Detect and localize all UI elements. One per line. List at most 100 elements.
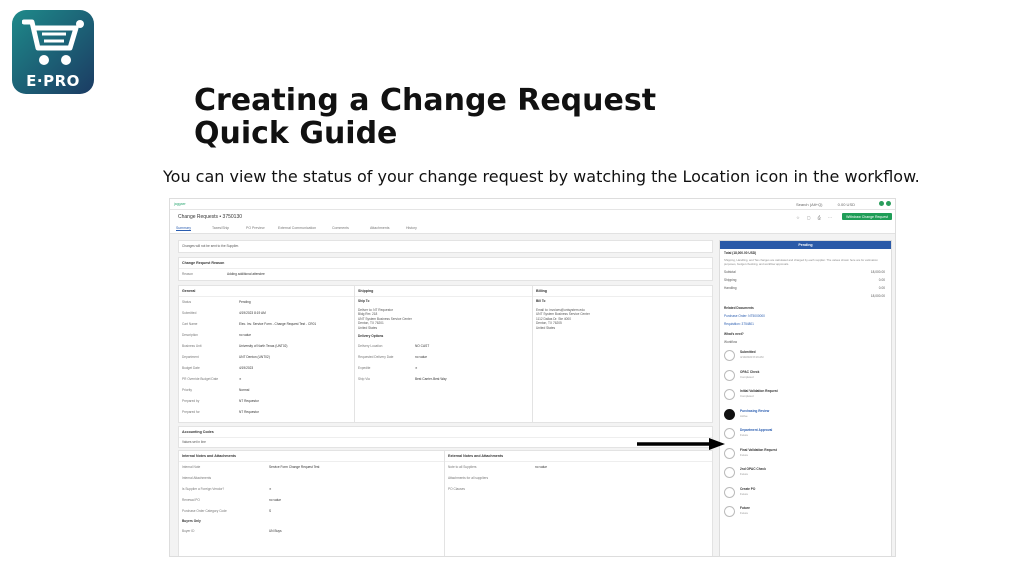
total-line: 18,000.00: [720, 292, 891, 300]
field-label: Submitted: [182, 311, 197, 315]
external-notes-title: External Notes and Attachments: [445, 451, 712, 462]
field-label: Renewal PO: [182, 498, 200, 502]
field-label: Prepared by: [182, 399, 200, 403]
step-circle-icon: [724, 369, 735, 381]
field-row: PO Clauses: [445, 484, 712, 495]
page-subtitle: You can view the status of your change r…: [163, 167, 920, 186]
bill-to-label: Bill To: [536, 299, 546, 303]
workflow-step-status: Completed: [740, 394, 754, 399]
related-req-link[interactable]: Requisition: 3754801: [720, 320, 891, 328]
field-label: Is Supplier a Foreign Vendor?: [182, 487, 225, 491]
field-label: Requested Delivery Date: [358, 354, 394, 359]
total-note: Shipping, Handling, and Tax charges are …: [724, 258, 878, 266]
workflow-step-name: Final Validation Request: [740, 447, 777, 452]
field-row: Submitted 4/19/2023 8:19 AM: [179, 308, 357, 319]
field-value: ✕: [269, 487, 272, 491]
related-documents-heading: Related Documents: [724, 306, 754, 311]
field-label: Business Unit: [182, 344, 202, 348]
step-circle-icon: [724, 447, 735, 459]
tab-comments[interactable]: Comments: [332, 226, 349, 230]
workflow-step-name: 2nd OPAC Check: [740, 467, 766, 472]
profile-icon[interactable]: [886, 201, 891, 206]
field-row: Business Unit University of North Texas (…: [179, 341, 357, 352]
step-circle-icon: [724, 350, 735, 362]
workflow-step-status: Future: [740, 452, 749, 457]
field-value: 4/19/2023 8:19 AM: [239, 311, 266, 315]
accounting-title: Accounting Codes: [179, 427, 712, 438]
location-icon: [724, 408, 735, 420]
workflow-step-name: Initial Validation Request: [740, 389, 778, 394]
ship-to-label: Ship To: [358, 299, 370, 303]
related-po-link[interactable]: Purchase Order: NT5000000: [720, 312, 891, 320]
field-label: PO Clauses: [448, 487, 466, 491]
total-line-label: Handling: [724, 286, 737, 291]
field-row: Prepared for NT Requestor: [179, 407, 357, 418]
tab-taxes-ship[interactable]: Taxes/Ship: [212, 226, 229, 230]
header-action-icons[interactable]: ☆ ▢ ⎙ ⋯: [796, 215, 835, 220]
billing-title: Billing: [533, 286, 712, 297]
shipping-panel: Shipping Ship To Deliver to: NT Requesto…: [354, 285, 534, 423]
internal-notes-panel: Internal Notes and Attachments Internal …: [178, 450, 446, 556]
workflow-step-name: Purchasing Review: [740, 408, 770, 413]
field-value: no value: [239, 333, 252, 337]
tab-history[interactable]: History: [406, 226, 417, 230]
change-reason-title: Change Request Reason: [179, 258, 712, 269]
withdraw-change-request-button[interactable]: Withdraw Change Request: [842, 213, 892, 220]
total-line: Handling 0.00: [720, 284, 891, 292]
field-value: no value: [535, 465, 548, 469]
general-title: General: [179, 286, 357, 297]
field-row: Ship Via Best Carrier-Best Way: [355, 374, 533, 385]
step-circle-icon: [724, 506, 735, 518]
field-value: Normal: [239, 388, 250, 392]
field-row: Cart Name Elec. Inv. Service Form - Chang…: [179, 319, 357, 330]
workflow-step-status: 4/19/2023 8:19 AM: [740, 355, 764, 360]
total-line-value: 0.00: [878, 278, 885, 283]
notification-icon[interactable]: [879, 201, 884, 206]
workflow-step-name: Submitted: [740, 350, 756, 355]
workflow-step-status: Active: [740, 413, 748, 418]
search-shortcut[interactable]: Search (Alt+Q): [796, 202, 823, 207]
reason-value: Adding additional attendee: [227, 272, 265, 276]
workflow-step-status: Future: [740, 491, 749, 496]
logo-text: E·PRO: [26, 72, 80, 90]
total-line-value: 18,000.00: [870, 270, 885, 275]
tab-external-communication[interactable]: External Communication: [278, 226, 316, 230]
general-panel: General Status Pending Submitted 4/19/2023 …: [178, 285, 358, 423]
summary-sidebar: Pending Total (18,000.00 USD) Shipping, …: [719, 240, 892, 556]
field-label: Description: [182, 333, 198, 337]
total-line: Shipping 0.00: [720, 276, 891, 284]
total-line: Subtotal 18,000.00: [720, 268, 891, 276]
buyer-id-value: UN Buys: [269, 528, 282, 533]
field-value: Best Carrier-Best Way: [415, 376, 447, 381]
cart-total[interactable]: 0.00 USD: [838, 202, 855, 207]
app-logo: jaggaer: [174, 202, 186, 206]
field-row: Internal Note Service Form Change Request…: [179, 462, 445, 473]
tab-attachments[interactable]: Attachments: [370, 226, 389, 230]
field-value: no value: [269, 498, 282, 502]
ship-to-address: Deliver to: NT Requestor Bldg Rm: 218 UN…: [358, 307, 412, 330]
workflow-step-name: OPAC Check: [740, 369, 760, 374]
embedded-screenshot: jaggaer Search (Alt+Q) 0.00 USD Change R…: [169, 198, 896, 557]
internal-notes-title: Internal Notes and Attachments: [179, 451, 445, 462]
field-label: Attachments for all suppliers: [448, 476, 489, 480]
field-row: Delivery Location NO CAST: [355, 341, 533, 352]
field-label: Internal Attachments: [182, 476, 212, 480]
tab-po-preview[interactable]: PO Preview: [246, 226, 264, 230]
field-label: Budget Date: [182, 366, 200, 370]
notice-banner: Changes will not be sent to the Supplier…: [178, 240, 713, 253]
field-row: Priority Normal: [179, 385, 357, 396]
field-row: PR Override Budget Date ✕: [179, 374, 357, 385]
field-label: Note to all Suppliers: [448, 465, 477, 469]
field-row: Renewal PO no value: [179, 495, 445, 506]
field-row: Department UNT Denton (UNT02): [179, 352, 357, 363]
accounting-panel: Accounting Codes Values set in line: [178, 426, 713, 448]
field-label: Cart Name: [182, 322, 198, 326]
workflow-step-status: Future: [740, 472, 749, 477]
reason-label: Reason: [182, 272, 193, 276]
workflow-step-name: Department Approval: [740, 428, 773, 433]
step-circle-icon: [724, 467, 735, 479]
tab-summary[interactable]: Summary: [176, 226, 191, 231]
field-value: ✕: [415, 365, 418, 370]
step-circle-icon: [724, 486, 735, 498]
step-circle-icon: [724, 428, 735, 440]
